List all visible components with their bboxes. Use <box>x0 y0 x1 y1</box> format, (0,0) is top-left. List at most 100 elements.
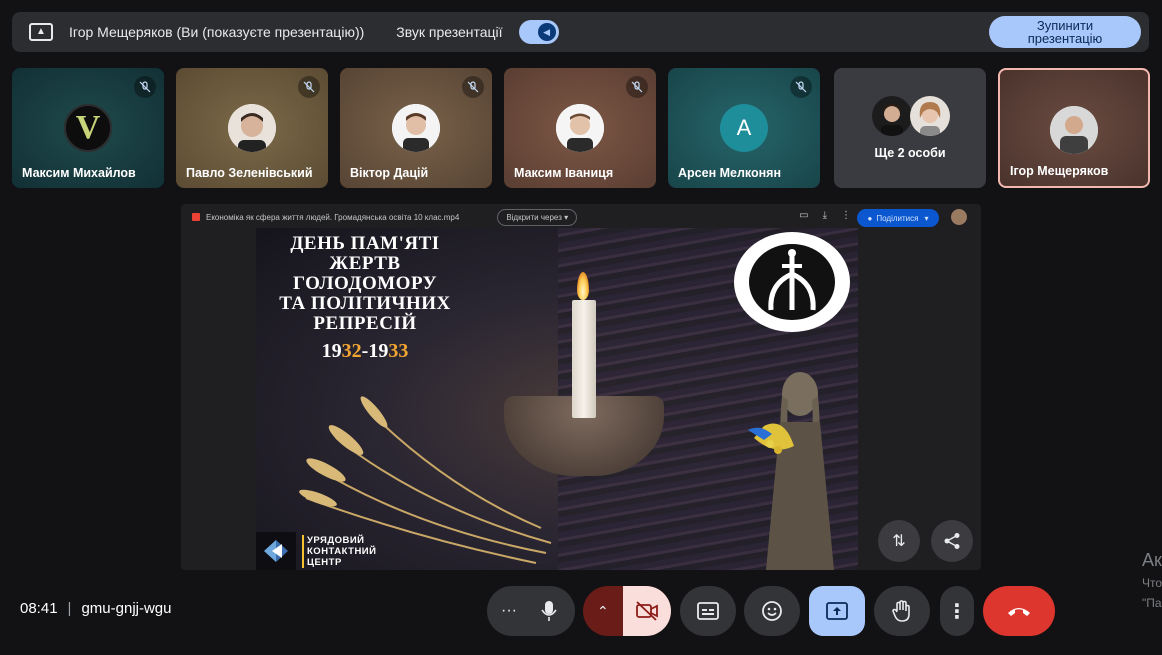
share-label: Поділитися <box>876 213 919 223</box>
government-contact-center-logo: УРЯДОВИЙ КОНТАКТНИЙ ЦЕНТР <box>256 532 416 570</box>
swap-arrows-button[interactable]: ⇅ <box>878 520 920 562</box>
participant-tile[interactable]: Віктор Дацій <box>340 68 492 188</box>
participant-name: Арсен Мелконян <box>678 166 782 180</box>
viewer-icons: ▭ ⤓ ⋮ <box>799 210 851 221</box>
present-screen-icon <box>826 602 848 620</box>
microphone-icon <box>541 601 557 621</box>
share-node-button[interactable] <box>931 520 973 562</box>
emoji-icon <box>762 601 782 621</box>
clipped-text: Что <box>1142 576 1162 590</box>
participant-tile[interactable]: V Максим Михайлов <box>12 68 164 188</box>
camera-off-button[interactable] <box>623 586 671 636</box>
avatar-letter: A <box>736 115 752 140</box>
share-icon <box>944 533 960 549</box>
more-vert-icon: ⋮ <box>947 600 967 623</box>
mic-off-icon <box>298 76 320 98</box>
years-part: -19 <box>361 340 389 362</box>
more-options-button[interactable]: ⋮ <box>940 586 974 636</box>
holodomor-emblem <box>734 232 850 332</box>
avatar: A <box>720 104 768 152</box>
viewer-toolbar: Економіка як сфера життя людей. Громадян… <box>181 204 981 230</box>
more-options-icon[interactable]: ··· <box>501 602 517 620</box>
mic-button-group[interactable]: ··· <box>487 586 575 636</box>
title-line: РЕПРЕСІЙ <box>313 313 417 334</box>
end-call-icon <box>1008 608 1030 616</box>
avatar <box>392 104 440 152</box>
emblem-inner <box>749 244 835 320</box>
open-with-dropdown[interactable]: Відкрити через ▾ <box>497 208 578 226</box>
logo-line: УРЯДОВИЙ <box>307 534 365 546</box>
avatar <box>1050 106 1098 154</box>
presenter-text: Ігор Мещеряков (Ви (показуєте презентаці… <box>69 24 365 40</box>
raise-hand-icon <box>892 600 910 622</box>
avatar <box>910 96 950 136</box>
avatar <box>872 96 912 136</box>
title-line: ЖЕРТВ <box>329 253 401 274</box>
captions-icon <box>697 602 719 620</box>
girl-statue <box>748 372 834 570</box>
title-line: ТА ПОЛІТИЧНИХ <box>279 293 451 314</box>
presentation-stage: Економіка як сфера життя людей. Громадян… <box>181 204 981 570</box>
mic-off-icon <box>462 76 484 98</box>
participant-name: Віктор Дацій <box>350 166 429 180</box>
clipped-text: "Па <box>1142 596 1162 610</box>
years-part: 33 <box>388 340 409 362</box>
video-file-icon <box>192 213 200 221</box>
camera-off-icon <box>636 601 658 621</box>
logo-mark-icon <box>256 532 296 570</box>
slide-title: ДЕНЬ ПАМ'ЯТІ ЖЕРТВ ГОЛОДОМОРУ ТА ПОЛІТИЧ… <box>256 234 474 334</box>
title-line: ГОЛОДОМОРУ <box>292 273 438 294</box>
reactions-button[interactable] <box>744 586 800 636</box>
share-button[interactable]: ● Поділитися ▾ <box>857 209 939 227</box>
participant-name: Ігор Мещеряков <box>1010 164 1109 178</box>
self-tile[interactable]: Ігор Мещеряков <box>998 68 1150 188</box>
logo-text: УРЯДОВИЙ КОНТАКТНИЙ ЦЕНТР <box>302 534 377 568</box>
title-line: ДЕНЬ ПАМ'ЯТІ <box>290 233 440 254</box>
captions-button[interactable] <box>680 586 736 636</box>
participant-tile[interactable]: Павло Зеленівський <box>176 68 328 188</box>
file-name: Економіка як сфера життя людей. Громадян… <box>206 212 460 222</box>
camera-button-group[interactable]: ⌃ <box>583 586 671 636</box>
logo-line: ЦЕНТР <box>307 556 342 568</box>
people-icon: ● <box>867 213 873 223</box>
chevron-up-icon[interactable]: ⌃ <box>597 603 609 620</box>
mic-off-icon <box>134 76 156 98</box>
slide-years: 1932-1933 <box>256 340 474 363</box>
participant-strip: V Максим Михайлов Павло Зеленівський Вік… <box>12 68 1152 188</box>
mic-off-icon <box>626 76 648 98</box>
participant-name: Павло Зеленівський <box>186 166 313 180</box>
more-participants-label: Ще 2 особи <box>874 146 946 160</box>
swap-arrows-icon: ⇅ <box>892 533 906 550</box>
participant-tile[interactable]: Максим Іваниця <box>504 68 656 188</box>
participant-name: Максим Іваниця <box>514 166 614 180</box>
avatar-letter: V <box>75 109 101 146</box>
present-now-button[interactable] <box>809 586 865 636</box>
leave-call-button[interactable] <box>983 586 1055 636</box>
account-avatar[interactable] <box>951 209 967 225</box>
call-controls: ··· ⌃ ⋮ <box>0 586 1162 636</box>
presentation-sound-label: Звук презентації <box>396 24 503 40</box>
comment-icon[interactable]: ▭ <box>799 210 808 221</box>
slide-image: ДЕНЬ ПАМ'ЯТІ ЖЕРТВ ГОЛОДОМОРУ ТА ПОЛІТИЧ… <box>256 228 858 570</box>
present-screen-icon: ▲ <box>29 23 53 41</box>
candle-flame <box>577 272 589 300</box>
more-participants-tile[interactable]: Ще 2 особи <box>834 68 986 188</box>
speaker-icon: ◀ <box>537 23 556 41</box>
logo-line: КОНТАКТНИЙ <box>307 545 377 557</box>
clipped-text: Ак <box>1142 550 1162 570</box>
download-icon[interactable]: ⤓ <box>823 210 827 221</box>
avatar: V <box>64 104 112 152</box>
presentation-sound-toggle[interactable]: ◀ <box>518 20 559 44</box>
avatar <box>228 104 276 152</box>
years-part: 32 <box>341 340 362 362</box>
mic-off-icon <box>790 76 812 98</box>
years-part: 19 <box>321 340 342 362</box>
participant-name: Максим Михайлов <box>22 166 136 180</box>
avatar <box>556 104 604 152</box>
more-vert-icon[interactable]: ⋮ <box>841 210 851 221</box>
participant-tile[interactable]: A Арсен Мелконян <box>668 68 820 188</box>
candle <box>572 300 596 418</box>
stop-presenting-button[interactable]: Зупинити презентацію <box>989 16 1141 48</box>
chevron-down-icon: ▾ <box>924 213 929 223</box>
raise-hand-button[interactable] <box>874 586 930 636</box>
